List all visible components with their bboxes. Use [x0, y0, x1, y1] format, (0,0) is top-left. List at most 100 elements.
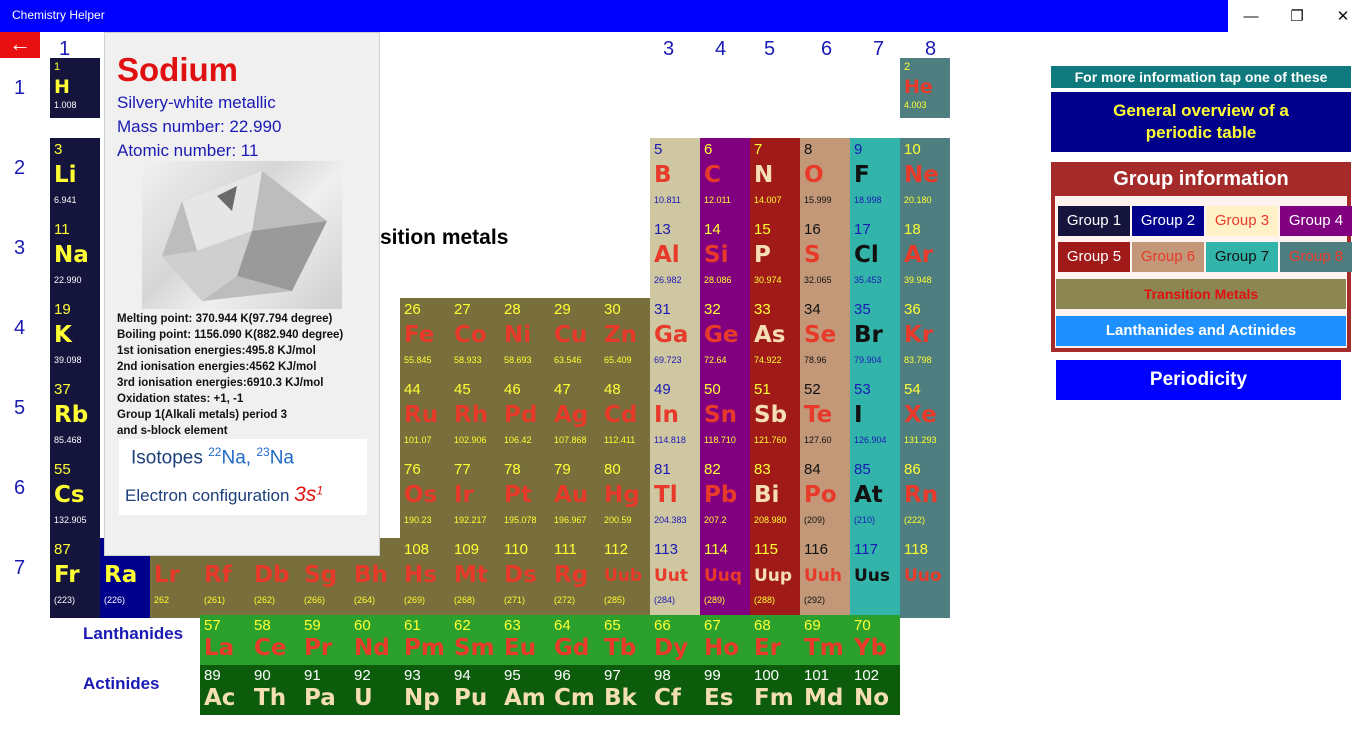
element-cell[interactable]: 8 O 15.999 [800, 138, 850, 218]
element-cell[interactable]: 6 C 12.011 [700, 138, 750, 218]
element-cell[interactable]: 45 Rh 102.906 [450, 378, 500, 458]
element-cell[interactable]: 53 I 126.904 [850, 378, 900, 458]
element-cell[interactable]: 26 Fe 55.845 [400, 298, 450, 378]
element-cell[interactable]: 30 Zn 65.409 [600, 298, 650, 378]
element-cell[interactable]: 18 Ar 39.948 [900, 218, 950, 298]
element-cell[interactable]: 80 Hg 200.59 [600, 458, 650, 538]
lanthanides-cell[interactable]: 57 La [200, 615, 250, 665]
group-8-button[interactable]: Group 8 [1280, 242, 1352, 272]
element-cell[interactable]: 9 F 18.998 [850, 138, 900, 218]
actinides-cell[interactable]: 90 Th [250, 665, 300, 715]
lanthanides-cell[interactable]: 67 Ho [700, 615, 750, 665]
lanthanides-cell[interactable]: 68 Er [750, 615, 800, 665]
element-cell[interactable]: 28 Ni 58.693 [500, 298, 550, 378]
group-7-button[interactable]: Group 7 [1206, 242, 1278, 272]
element-cell[interactable]: 37 Rb 85.468 [50, 378, 100, 458]
element-cell[interactable]: 52 Te 127.60 [800, 378, 850, 458]
element-cell[interactable]: 110 Ds (271) [500, 538, 550, 618]
element-cell[interactable]: 27 Co 58.933 [450, 298, 500, 378]
element-cell[interactable]: 34 Se 78.96 [800, 298, 850, 378]
element-cell[interactable]: 2 He 4.003 [900, 58, 950, 118]
element-cell[interactable]: 83 Bi 208.980 [750, 458, 800, 538]
actinides-cell[interactable]: 99 Es [700, 665, 750, 715]
lanthanides-cell[interactable]: 60 Nd [350, 615, 400, 665]
lanthanides-actinides-button[interactable]: Lanthanides and Actinides [1056, 316, 1346, 346]
element-cell[interactable]: 35 Br 79.904 [850, 298, 900, 378]
element-cell[interactable]: 50 Sn 118.710 [700, 378, 750, 458]
element-cell[interactable]: 116 Uuh (292) [800, 538, 850, 618]
element-cell[interactable]: 49 In 114.818 [650, 378, 700, 458]
element-cell[interactable]: 5 B 10.811 [650, 138, 700, 218]
group-6-button[interactable]: Group 6 [1132, 242, 1204, 272]
element-cell[interactable]: 1 H 1.008 [50, 58, 100, 118]
minimize-button[interactable]: — [1228, 0, 1274, 32]
element-cell[interactable]: 112 Uub (285) [600, 538, 650, 618]
lanthanides-cell[interactable]: 65 Tb [600, 615, 650, 665]
lanthanides-cell[interactable]: 61 Pm [400, 615, 450, 665]
element-cell[interactable]: 113 Uut (284) [650, 538, 700, 618]
element-cell[interactable]: 47 Ag 107.868 [550, 378, 600, 458]
group-2-button[interactable]: Group 2 [1132, 206, 1204, 236]
element-cell[interactable]: 17 Cl 35.453 [850, 218, 900, 298]
element-cell[interactable]: 44 Ru 101.07 [400, 378, 450, 458]
actinides-cell[interactable]: 97 Bk [600, 665, 650, 715]
element-cell[interactable]: 11 Na 22.990 [50, 218, 100, 298]
element-cell[interactable]: 3 Li 6.941 [50, 138, 100, 218]
actinides-cell[interactable]: 102 No [850, 665, 900, 715]
lanthanides-cell[interactable]: 66 Dy [650, 615, 700, 665]
actinides-cell[interactable]: 89 Ac [200, 665, 250, 715]
actinides-cell[interactable]: 98 Cf [650, 665, 700, 715]
actinides-cell[interactable]: 93 Np [400, 665, 450, 715]
close-button[interactable]: ✕ [1320, 0, 1366, 32]
transition-metals-button[interactable]: Transition Metals [1056, 279, 1346, 309]
element-cell[interactable]: 19 K 39.098 [50, 298, 100, 378]
element-cell[interactable]: 46 Pd 106.42 [500, 378, 550, 458]
actinides-cell[interactable]: 96 Cm [550, 665, 600, 715]
element-cell[interactable]: 115 Uup (288) [750, 538, 800, 618]
actinides-cell[interactable]: 94 Pu [450, 665, 500, 715]
element-cell[interactable]: 78 Pt 195.078 [500, 458, 550, 538]
element-cell[interactable]: 87 Fr (223) [50, 538, 100, 618]
maximize-button[interactable]: ❐ [1274, 0, 1320, 32]
element-cell[interactable]: 76 Os 190.23 [400, 458, 450, 538]
element-cell[interactable]: 7 N 14.007 [750, 138, 800, 218]
lanthanides-cell[interactable]: 59 Pr [300, 615, 350, 665]
element-cell[interactable]: 36 Kr 83.798 [900, 298, 950, 378]
element-cell[interactable]: 114 Uuq (289) [700, 538, 750, 618]
actinides-cell[interactable]: 95 Am [500, 665, 550, 715]
back-arrow-icon[interactable]: ← [0, 32, 40, 58]
element-cell[interactable]: 13 Al 26.982 [650, 218, 700, 298]
periodicity-button[interactable]: Periodicity [1056, 360, 1341, 400]
element-cell[interactable]: 82 Pb 207.2 [700, 458, 750, 538]
element-cell[interactable]: 85 At (210) [850, 458, 900, 538]
element-cell[interactable]: 86 Rn (222) [900, 458, 950, 538]
element-cell[interactable]: 109 Mt (268) [450, 538, 500, 618]
element-cell[interactable]: 117 Uus [850, 538, 900, 618]
lanthanides-cell[interactable]: 64 Gd [550, 615, 600, 665]
element-cell[interactable]: 33 As 74.922 [750, 298, 800, 378]
lanthanides-cell[interactable]: 63 Eu [500, 615, 550, 665]
lanthanides-cell[interactable]: 69 Tm [800, 615, 850, 665]
element-cell[interactable]: 77 Ir 192.217 [450, 458, 500, 538]
element-cell[interactable]: 16 S 32.065 [800, 218, 850, 298]
element-cell[interactable]: 14 Si 28.086 [700, 218, 750, 298]
element-cell[interactable]: 32 Ge 72.64 [700, 298, 750, 378]
actinides-cell[interactable]: 92 U [350, 665, 400, 715]
actinides-cell[interactable]: 101 Md [800, 665, 850, 715]
element-cell[interactable]: 31 Ga 69.723 [650, 298, 700, 378]
element-cell[interactable]: 15 P 30.974 [750, 218, 800, 298]
group-1-button[interactable]: Group 1 [1058, 206, 1130, 236]
element-cell[interactable]: 79 Au 196.967 [550, 458, 600, 538]
element-cell[interactable]: 29 Cu 63.546 [550, 298, 600, 378]
element-cell[interactable]: 54 Xe 131.293 [900, 378, 950, 458]
element-cell[interactable]: 51 Sb 121.760 [750, 378, 800, 458]
element-cell[interactable]: 48 Cd 112.411 [600, 378, 650, 458]
element-cell[interactable]: 10 Ne 20.180 [900, 138, 950, 218]
group-3-button[interactable]: Group 3 [1206, 206, 1278, 236]
element-cell[interactable]: 84 Po (209) [800, 458, 850, 538]
element-cell[interactable]: 55 Cs 132.905 [50, 458, 100, 538]
element-cell[interactable]: 81 Tl 204.383 [650, 458, 700, 538]
lanthanides-cell[interactable]: 62 Sm [450, 615, 500, 665]
lanthanides-cell[interactable]: 70 Yb [850, 615, 900, 665]
element-cell[interactable]: 118 Uuo [900, 538, 950, 618]
